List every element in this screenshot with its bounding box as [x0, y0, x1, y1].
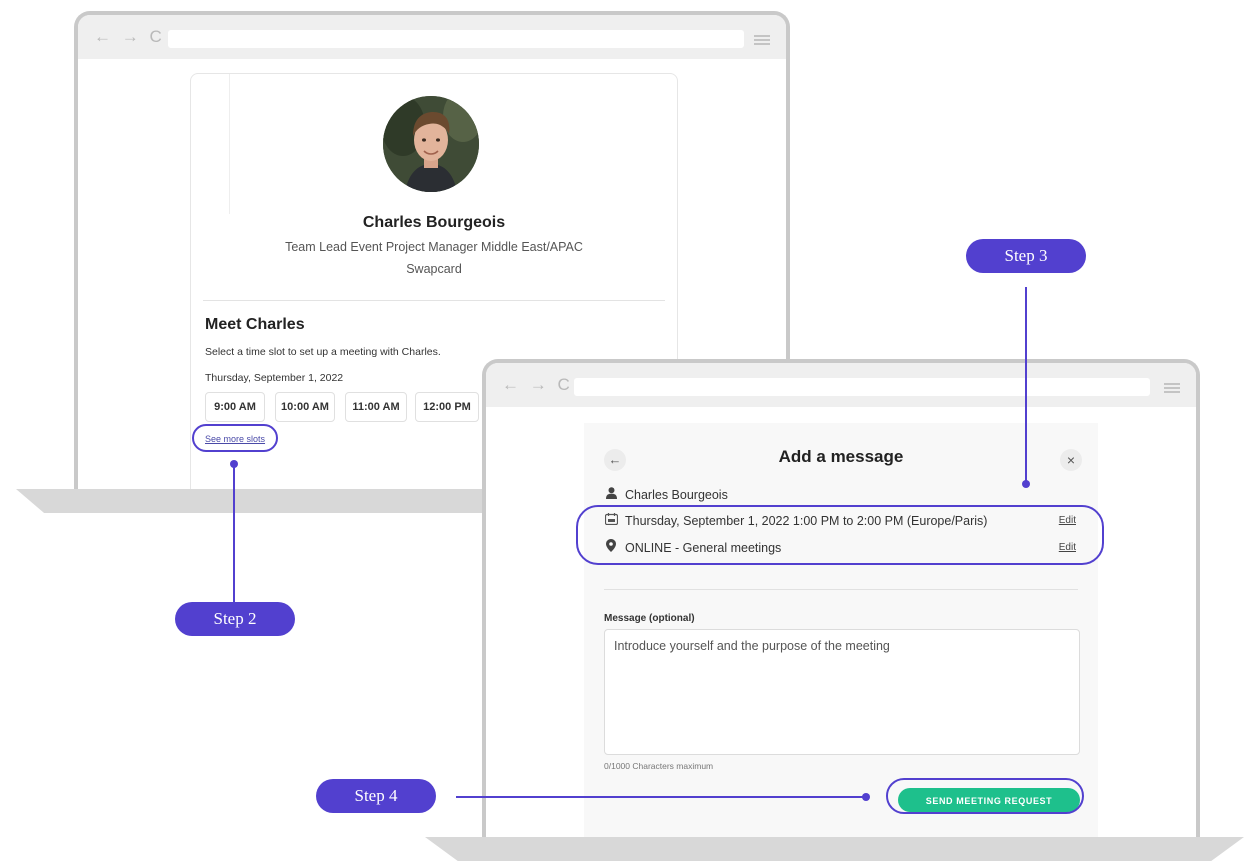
card-divider-line: [229, 74, 230, 214]
browser-toolbar: ← → C: [486, 363, 1196, 407]
menu-icon[interactable]: [754, 35, 770, 45]
divider: [604, 589, 1078, 590]
character-count: 0/1000 Characters maximum: [604, 761, 714, 771]
time-slot-button[interactable]: 9:00 AM: [205, 392, 265, 422]
add-message-modal: ← Add a message × Charles Bourgeois Thur…: [584, 423, 1098, 837]
meet-title: Meet Charles: [205, 316, 305, 333]
step4-connector-line: [456, 796, 866, 798]
avatar-portrait-icon: [383, 96, 479, 192]
attendee-row: Charles Bourgeois: [604, 486, 728, 504]
step2-highlight-ring: [192, 424, 278, 452]
avatar: [383, 96, 479, 192]
time-slot-button[interactable]: 10:00 AM: [275, 392, 335, 422]
meet-description: Select a time slot to set up a meeting w…: [205, 346, 441, 358]
laptop-left-base: [16, 489, 484, 513]
step3-connector-line: [1025, 287, 1027, 483]
message-textarea[interactable]: [604, 629, 1080, 755]
step2-label: Step 2: [175, 602, 295, 636]
attendee-name: Charles Bourgeois: [625, 488, 728, 502]
profile-name: Charles Bourgeois: [362, 214, 506, 231]
profile-role: Team Lead Event Project Manager Middle E…: [285, 240, 583, 254]
step4-highlight-ring: [886, 778, 1084, 814]
step4-connector-dot: [862, 793, 870, 801]
profile-company: Swapcard: [406, 262, 462, 276]
laptop-right-base: [425, 837, 1244, 861]
browser-nav-icons[interactable]: ← → C: [94, 27, 165, 47]
close-icon[interactable]: ×: [1060, 449, 1082, 471]
slot-date: Thursday, September 1, 2022: [205, 372, 344, 384]
step3-label: Step 3: [966, 239, 1086, 273]
address-bar[interactable]: [574, 378, 1150, 396]
step4-label: Step 4: [316, 779, 436, 813]
step3-connector-dot: [1022, 480, 1030, 488]
time-slot-button[interactable]: 11:00 AM: [345, 392, 407, 422]
address-bar[interactable]: [168, 30, 744, 48]
browser-toolbar: ← → C: [78, 15, 786, 59]
browser-nav-icons[interactable]: ← → C: [502, 375, 573, 395]
time-slot-button[interactable]: 12:00 PM: [415, 392, 479, 422]
message-label: Message (optional): [604, 613, 695, 624]
divider: [203, 300, 665, 301]
modal-title: Add a message: [778, 447, 904, 466]
laptop-right: ← → C ← Add a message × Charles Bourgeoi…: [482, 359, 1200, 837]
user-icon: [604, 486, 618, 504]
step2-connector-line: [233, 464, 235, 604]
step3-highlight-ring: [576, 505, 1104, 565]
menu-icon[interactable]: [1164, 383, 1180, 393]
